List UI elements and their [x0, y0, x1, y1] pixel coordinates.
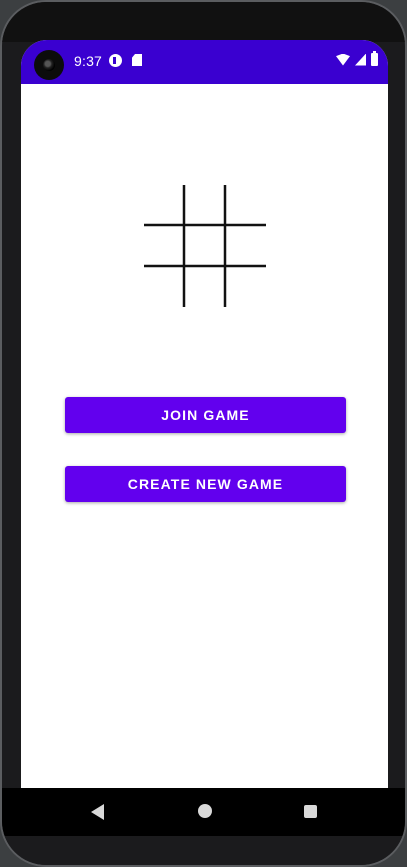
back-icon[interactable] [91, 804, 104, 820]
tic-tac-toe-grid-icon [144, 185, 266, 307]
status-right-icons [336, 51, 378, 66]
status-bar: 9:37 [21, 40, 388, 84]
app-screen: 9:37 JOIN GAME CREATE NEW GAME [21, 40, 388, 788]
front-camera [34, 50, 64, 80]
navigation-bar [2, 788, 405, 836]
recents-icon[interactable] [304, 805, 317, 818]
sd-card-icon [132, 54, 142, 66]
wifi-icon [336, 53, 350, 66]
join-game-button[interactable]: JOIN GAME [65, 397, 346, 433]
home-icon[interactable] [198, 804, 212, 818]
battery-icon [371, 51, 378, 66]
signal-icon [355, 53, 366, 66]
create-new-game-button[interactable]: CREATE NEW GAME [65, 466, 346, 502]
bottom-bezel [2, 836, 405, 865]
status-time: 9:37 [74, 53, 103, 69]
phone-frame: 9:37 JOIN GAME CREATE NEW GAME [0, 0, 407, 867]
top-bezel [2, 2, 405, 42]
notification-p-icon [109, 54, 122, 67]
